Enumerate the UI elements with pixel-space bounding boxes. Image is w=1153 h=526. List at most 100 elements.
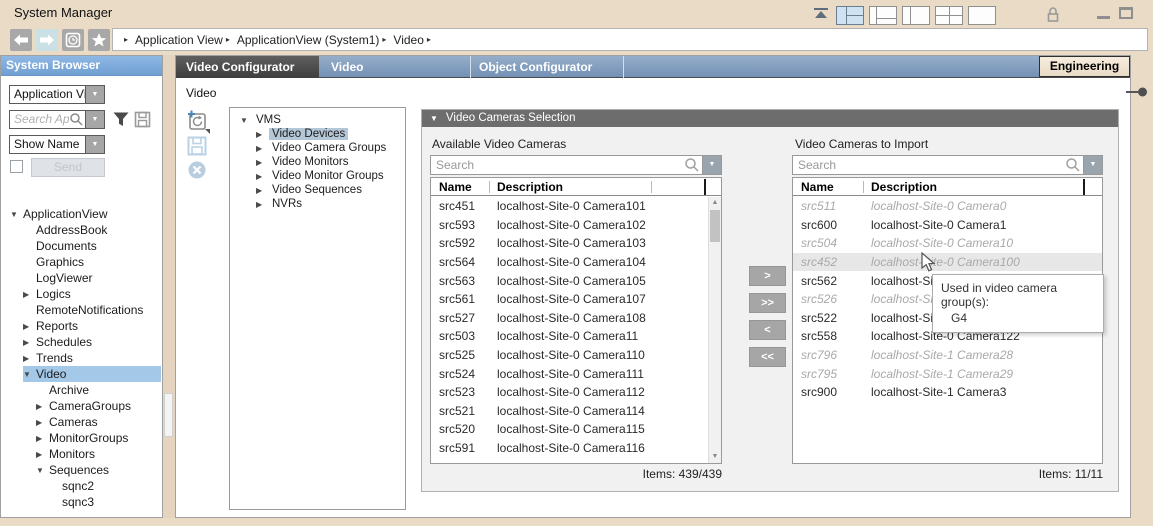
sidebar-item-cameragroups[interactable]: ▶ CameraGroups <box>36 398 161 414</box>
transfer-move-all-left[interactable]: << <box>749 347 786 367</box>
available-row-src521[interactable]: src521 localhost-Site-0 Camera114 <box>431 402 707 421</box>
send-button[interactable]: Send <box>31 158 105 177</box>
tree-expander-icon[interactable]: ▶ <box>36 434 49 443</box>
tree-expander-icon[interactable]: ▼ <box>23 370 36 379</box>
chevron-down-icon[interactable]: ▼ <box>85 136 104 153</box>
vms-item-video-devices[interactable]: ▶ Video Devices <box>256 127 405 141</box>
sidebar-item-trends[interactable]: ▶ Trends <box>23 350 161 366</box>
lock-icon[interactable] <box>1046 6 1060 23</box>
vertical-scrollbar[interactable]: ▲ ▼ <box>708 197 721 463</box>
sidebar-item-documents[interactable]: Documents <box>23 238 161 254</box>
tree-expander-icon[interactable]: ▼ <box>10 210 23 219</box>
sidebar-item-monitorgroups[interactable]: ▶ MonitorGroups <box>36 430 161 446</box>
layout-preset-3-button[interactable] <box>902 6 930 25</box>
tab-video-configurator[interactable]: Video Configurator <box>176 56 319 78</box>
breadcrumb-item-applicationview-system1[interactable]: ▸ ApplicationView (System1) <box>223 33 380 47</box>
history-button[interactable] <box>62 29 84 51</box>
tab-object-configurator[interactable]: Object Configurator <box>471 56 624 78</box>
minimize-button[interactable] <box>1097 16 1110 19</box>
tree-expander-icon[interactable]: ▶ <box>256 200 269 209</box>
tree-expander-icon[interactable]: ▶ <box>256 158 269 167</box>
sidebar-item-archive[interactable]: Archive <box>36 382 161 398</box>
scrollbar-thumb[interactable] <box>710 210 720 242</box>
display-mode-dropdown[interactable]: Show Name ▼ <box>9 135 105 154</box>
available-row-src592[interactable]: src592 localhost-Site-0 Camera103 <box>431 234 707 253</box>
save-filter-icon[interactable] <box>134 111 151 128</box>
new-object-button[interactable] <box>187 110 211 139</box>
transfer-move-all-right[interactable]: >> <box>749 293 786 313</box>
sidebar-item-cameras[interactable]: ▶ Cameras <box>36 414 161 430</box>
available-row-src520[interactable]: src520 localhost-Site-0 Camera115 <box>431 420 707 439</box>
maximize-button[interactable] <box>1119 7 1133 19</box>
tree-expander-icon[interactable]: ▼ <box>240 116 253 125</box>
transfer-move-left[interactable]: < <box>749 320 786 340</box>
sidebar-item-logics[interactable]: ▶ Logics <box>23 286 161 302</box>
sidebar-item-remotenotifications[interactable]: RemoteNotifications <box>23 302 161 318</box>
import-search-input[interactable]: Search ▼ <box>792 155 1103 175</box>
column-header-name[interactable]: Name <box>801 178 834 196</box>
tree-expander-icon[interactable]: ▶ <box>256 186 269 195</box>
layout-preset-4-button[interactable] <box>935 6 963 25</box>
import-row-src796[interactable]: src796 localhost-Site-1 Camera28 <box>793 346 1102 365</box>
sidebar-item-applicationview[interactable]: ▼ ApplicationView <box>10 206 161 222</box>
chevron-down-icon[interactable]: ▼ <box>1083 156 1102 174</box>
cancel-button[interactable] <box>187 160 207 185</box>
sidebar-item-logviewer[interactable]: LogViewer <box>23 270 161 286</box>
engineering-mode-button[interactable]: Engineering <box>1039 56 1130 77</box>
back-button[interactable] <box>10 29 32 51</box>
scroll-up-icon[interactable]: ▲ <box>709 199 721 206</box>
sidebar-item-addressbook[interactable]: AddressBook <box>23 222 161 238</box>
available-row-src563[interactable]: src563 localhost-Site-0 Camera105 <box>431 271 707 290</box>
available-search-input[interactable]: Search ▼ <box>430 155 722 175</box>
tree-expander-icon[interactable]: ▶ <box>36 450 49 459</box>
chevron-down-icon[interactable]: ▼ <box>85 111 104 128</box>
import-row-src900[interactable]: src900 localhost-Site-1 Camera3 <box>793 383 1102 402</box>
vms-item-vms[interactable]: ▼ VMS <box>240 113 405 127</box>
splitter-handle[interactable] <box>164 393 173 437</box>
selection-panel-header[interactable]: ▼Video Cameras Selection <box>422 110 1118 127</box>
tree-expander-icon[interactable]: ▶ <box>36 418 49 427</box>
collapse-panes-icon[interactable] <box>812 7 830 20</box>
column-header-description[interactable]: Description <box>497 178 563 196</box>
available-row-src503[interactable]: src503 localhost-Site-0 Camera11 <box>431 327 707 346</box>
tree-expander-icon[interactable]: ▶ <box>23 290 36 299</box>
forward-button[interactable] <box>36 29 58 51</box>
breadcrumb-item-video[interactable]: ▸ Video <box>379 33 424 47</box>
tree-expander-icon[interactable]: ▼ <box>36 466 49 475</box>
import-row-src600[interactable]: src600 localhost-Site-0 Camera1 <box>793 216 1102 235</box>
send-checkbox[interactable] <box>10 160 23 173</box>
tree-expander-icon[interactable]: ▶ <box>36 402 49 411</box>
tree-expander-icon[interactable]: ▶ <box>256 130 269 139</box>
available-row-src523[interactable]: src523 localhost-Site-0 Camera112 <box>431 383 707 402</box>
sidebar-item-sqnc3[interactable]: sqnc3 <box>49 494 161 510</box>
available-row-src525[interactable]: src525 localhost-Site-0 Camera110 <box>431 346 707 365</box>
import-row-src504[interactable]: src504 localhost-Site-0 Camera10 <box>793 234 1102 253</box>
tree-expander-icon[interactable]: ▶ <box>256 144 269 153</box>
import-row-src452[interactable]: src452 localhost-Site-0 Camera100 <box>793 253 1102 272</box>
import-row-src795[interactable]: src795 localhost-Site-1 Camera29 <box>793 364 1102 383</box>
available-row-src591[interactable]: src591 localhost-Site-0 Camera116 <box>431 439 707 458</box>
sidebar-item-graphics[interactable]: Graphics <box>23 254 161 270</box>
vms-item-nvrs[interactable]: ▶ NVRs <box>256 197 405 211</box>
view-selector-dropdown[interactable]: Application Vi ▼ <box>9 85 105 104</box>
layout-preset-2-button[interactable] <box>869 6 897 25</box>
column-header-description[interactable]: Description <box>871 178 937 196</box>
available-row-src593[interactable]: src593 localhost-Site-0 Camera102 <box>431 216 707 235</box>
layout-preset-1-button[interactable] <box>836 6 864 25</box>
available-row-src524[interactable]: src524 localhost-Site-0 Camera111 <box>431 364 707 383</box>
sidebar-item-monitors[interactable]: ▶ Monitors <box>36 446 161 462</box>
filter-icon[interactable] <box>112 111 130 128</box>
tree-expander-icon[interactable]: ▶ <box>256 172 269 181</box>
tree-expander-icon[interactable]: ▶ <box>23 322 36 331</box>
available-row-src451[interactable]: src451 localhost-Site-0 Camera101 <box>431 197 707 216</box>
import-row-src511[interactable]: src511 localhost-Site-0 Camera0 <box>793 197 1102 216</box>
tree-expander-icon[interactable]: ▶ <box>23 338 36 347</box>
available-row-src527[interactable]: src527 localhost-Site-0 Camera108 <box>431 309 707 328</box>
transfer-move-right[interactable]: > <box>749 266 786 286</box>
tab-video[interactable]: Video <box>319 56 471 78</box>
panel-splitter[interactable] <box>163 55 175 518</box>
splitter-pin-icon[interactable] <box>1126 86 1148 98</box>
available-row-src561[interactable]: src561 localhost-Site-0 Camera107 <box>431 290 707 309</box>
column-header-name[interactable]: Name <box>439 178 472 196</box>
sidebar-item-sqnc2[interactable]: sqnc2 <box>49 478 161 494</box>
